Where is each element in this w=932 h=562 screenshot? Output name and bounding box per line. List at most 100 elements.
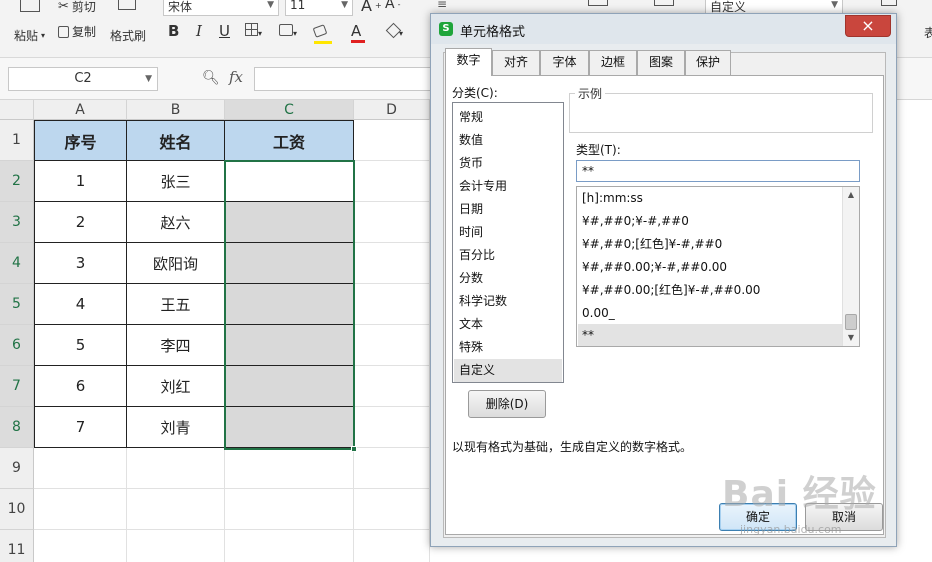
header-cell-name[interactable]: 姓名 [126, 120, 225, 161]
paste-button[interactable]: 粘贴 ▾ [14, 0, 45, 43]
fill-handle[interactable] [351, 446, 357, 452]
empty-cell[interactable] [127, 489, 225, 530]
scrollbar[interactable]: ▲ ▼ [842, 187, 859, 346]
category-list[interactable]: 常规 数值 货币 会计专用 日期 时间 百分比 分数 科学记数 文本 特殊 自定… [452, 102, 564, 383]
tab-protection[interactable]: 保护 [685, 50, 731, 75]
table-cell[interactable]: 6 [34, 366, 127, 407]
delete-button[interactable]: 删除(D) [468, 390, 546, 418]
font-size-select[interactable]: 11 ▼ [285, 0, 353, 16]
font-name-select[interactable]: 宋体 ▼ [163, 0, 279, 16]
close-button[interactable]: × [845, 15, 891, 37]
table-cell[interactable]: 5 [34, 325, 127, 366]
table-cell[interactable] [224, 161, 354, 202]
list-item[interactable]: 会计专用 [454, 175, 562, 198]
table-cell[interactable]: 刘青 [126, 407, 225, 448]
table-cell[interactable]: 王五 [126, 284, 225, 325]
list-item[interactable]: 百分比 [454, 244, 562, 267]
column-header-a[interactable]: A [34, 100, 127, 120]
table-cell[interactable]: 李四 [126, 325, 225, 366]
header-cell-seq[interactable]: 序号 [34, 120, 127, 161]
font-color-button[interactable]: A [351, 22, 365, 43]
empty-cell[interactable] [34, 530, 127, 562]
column-header-b[interactable]: B [127, 100, 225, 120]
list-item[interactable]: 日期 [454, 198, 562, 221]
format-painter-button[interactable]: 格式刷 [110, 0, 146, 43]
header-cell-salary[interactable]: 工资 [224, 120, 354, 161]
list-item[interactable]: 文本 [454, 313, 562, 336]
fx-icon[interactable]: fx [229, 68, 243, 86]
empty-cell[interactable] [354, 448, 430, 489]
zoom-icon[interactable]: 🔍︎ [202, 70, 220, 86]
row-header-9[interactable]: 9 [0, 448, 34, 489]
empty-cell[interactable] [354, 161, 430, 202]
border-button[interactable]: ▾ [245, 22, 262, 40]
clear-format-button[interactable]: ▾ [385, 22, 403, 40]
name-box[interactable]: C2 ▼ [8, 67, 158, 91]
empty-cell[interactable] [354, 202, 430, 243]
list-item[interactable]: 货币 [454, 152, 562, 175]
merge-button[interactable]: ▾ [279, 22, 297, 40]
grow-font-button[interactable]: A + [361, 0, 382, 15]
table-cell[interactable] [224, 202, 354, 243]
column-header-d[interactable]: D [354, 100, 430, 120]
list-item[interactable]: ¥#,##0;¥-#,##0 [578, 210, 842, 232]
list-item[interactable]: 数值 [454, 129, 562, 152]
underline-button[interactable]: U [219, 22, 230, 40]
table-cell[interactable] [224, 284, 354, 325]
dialog-title-bar[interactable]: S 单元格格式 × [431, 14, 896, 44]
empty-cell[interactable] [354, 120, 430, 161]
type-list[interactable]: [h]:mm:ss ¥#,##0;¥-#,##0 ¥#,##0;[红色]¥-#,… [576, 186, 860, 347]
empty-cell[interactable] [354, 489, 430, 530]
empty-cell[interactable] [34, 448, 127, 489]
table-cell[interactable] [224, 325, 354, 366]
empty-cell[interactable] [127, 448, 225, 489]
table-cell[interactable]: 2 [34, 202, 127, 243]
empty-cell[interactable] [354, 243, 430, 284]
list-item[interactable]: 特殊 [454, 336, 562, 359]
list-item[interactable]: [h]:mm:ss [578, 187, 842, 209]
formula-input[interactable] [254, 67, 454, 91]
row-header-8[interactable]: 8 [0, 407, 34, 448]
scroll-thumb[interactable] [845, 314, 857, 330]
row-header-1[interactable]: 1 [0, 120, 34, 161]
empty-cell[interactable] [127, 530, 225, 562]
table-cell[interactable]: 刘红 [126, 366, 225, 407]
row-header-6[interactable]: 6 [0, 325, 34, 366]
empty-cell[interactable] [225, 448, 354, 489]
select-all-corner[interactable] [0, 100, 34, 120]
list-item[interactable]: 常规 [454, 106, 562, 129]
table-cell[interactable]: 3 [34, 243, 127, 284]
tab-font[interactable]: 字体 [540, 50, 589, 75]
empty-cell[interactable] [225, 530, 354, 562]
table-cell[interactable]: 4 [34, 284, 127, 325]
tab-border[interactable]: 边框 [589, 50, 637, 75]
table-cell[interactable]: 7 [34, 407, 127, 448]
list-item[interactable]: ¥#,##0.00;¥-#,##0.00 [578, 256, 842, 278]
tab-alignment[interactable]: 对齐 [492, 50, 540, 75]
tab-number[interactable]: 数字 [445, 48, 492, 76]
list-item[interactable]: 时间 [454, 221, 562, 244]
bold-button[interactable]: B [168, 22, 179, 40]
list-item[interactable]: 科学记数 [454, 290, 562, 313]
row-header-10[interactable]: 10 [0, 489, 34, 530]
empty-cell[interactable] [225, 489, 354, 530]
row-header-3[interactable]: 3 [0, 202, 34, 243]
row-header-5[interactable]: 5 [0, 284, 34, 325]
empty-cell[interactable] [354, 407, 430, 448]
table-cell[interactable]: 赵六 [126, 202, 225, 243]
empty-cell[interactable] [354, 530, 430, 562]
row-header-2[interactable]: 2 [0, 161, 34, 202]
italic-button[interactable]: I [196, 22, 202, 40]
shrink-font-button[interactable]: A- [385, 0, 400, 12]
scroll-up-icon[interactable]: ▲ [843, 187, 859, 203]
row-header-7[interactable]: 7 [0, 366, 34, 407]
empty-cell[interactable] [354, 366, 430, 407]
empty-cell[interactable] [34, 489, 127, 530]
fill-color-button[interactable] [312, 22, 332, 44]
table-cell[interactable]: 欧阳询 [126, 243, 225, 284]
table-cell[interactable]: 张三 [126, 161, 225, 202]
list-item[interactable]: 分数 [454, 267, 562, 290]
list-item-selected[interactable]: ** [578, 324, 842, 346]
column-header-c[interactable]: C [225, 100, 354, 120]
cut-button[interactable]: ✂ 剪切 [58, 0, 96, 15]
